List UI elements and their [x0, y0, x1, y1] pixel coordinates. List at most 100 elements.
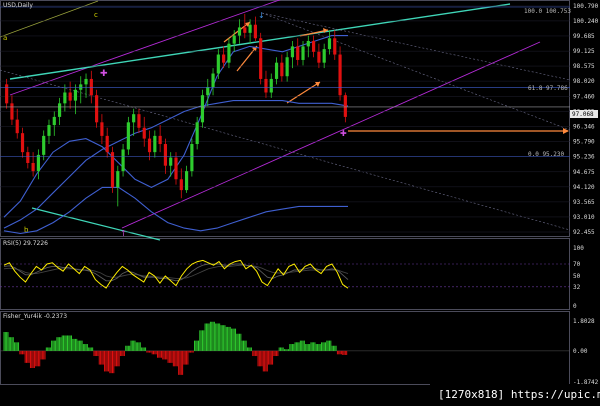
candle-body: [184, 171, 189, 191]
candle-body: [285, 57, 289, 77]
candle-body: [169, 157, 173, 166]
rsi-tick-label: 50: [573, 273, 581, 280]
candle-body: [153, 135, 157, 153]
candle-body: [84, 78, 88, 85]
price-tick-label: 99.685: [573, 33, 595, 40]
candle-body: [132, 114, 136, 123]
candle-body: [105, 135, 109, 153]
bottom-marker-icon: ✚: [340, 129, 347, 138]
candle-body: [200, 95, 205, 123]
candle-body: [290, 46, 295, 58]
price-tick-label: 92.455: [573, 229, 595, 236]
price-tick-label: 98.020: [573, 78, 595, 85]
candle-body: [142, 127, 146, 139]
rsi-tick-label: 32: [573, 284, 581, 291]
fib-0-label: 0.0 95.230: [528, 151, 565, 158]
up-arrow-marker-icon: ↑: [120, 229, 127, 238]
candle-body: [237, 27, 242, 36]
candle-body: [253, 24, 257, 39]
candle-body: [301, 46, 305, 60]
candle-body: [211, 73, 215, 88]
candle-body: [259, 38, 263, 79]
candle-body: [327, 38, 332, 50]
candle-body: [52, 116, 56, 126]
candle-body: [15, 119, 19, 134]
candle-body: [116, 171, 120, 188]
candle-body: [317, 51, 321, 63]
candle-body: [274, 62, 279, 79]
candle-body: [147, 138, 152, 153]
footer-text[interactable]: [1270x818] https://upic.me/: [438, 388, 600, 401]
wave-label-a: a: [3, 34, 7, 42]
candle-body: [306, 40, 310, 47]
candle-body: [174, 157, 178, 180]
chart-canvas: ✚ ↑ ↓ ✚ a b c 100.790100.24099.68599.125…: [0, 0, 600, 406]
candle-body: [95, 95, 99, 123]
candle-body: [269, 78, 273, 93]
fib-100-label: 100.0 100.753: [524, 8, 571, 15]
price-tick-label: 100.240: [573, 18, 599, 25]
candle-body: [216, 54, 220, 74]
down-arrow-marker-icon: ↓: [258, 11, 265, 20]
candle-body: [121, 149, 125, 172]
candle-body: [264, 78, 268, 93]
candle-body: [20, 133, 25, 153]
price-tick-label: 99.125: [573, 48, 595, 55]
candle-body: [232, 35, 236, 44]
candle-body: [57, 103, 62, 117]
candle-body: [163, 144, 168, 166]
price-tick-label: 94.120: [573, 184, 595, 191]
candle-body: [227, 43, 231, 63]
price-pane-title: USD,Daily: [3, 2, 33, 9]
price-tick-label: 96.346: [573, 123, 595, 130]
candle-body: [137, 114, 141, 128]
price-tick-label: 94.675: [573, 169, 595, 176]
price-tick-label: 95.236: [573, 154, 595, 161]
candle-body: [126, 122, 130, 150]
rsi-tick-label: 70: [573, 261, 581, 268]
candle-body: [100, 122, 104, 136]
candle-body: [36, 154, 40, 172]
candle-body: [338, 54, 342, 96]
candle-body: [222, 54, 226, 63]
candle-body: [158, 135, 162, 145]
candle-body: [73, 89, 78, 101]
candle-body: [280, 62, 284, 77]
price-tick-label: 93.010: [573, 214, 595, 221]
candle-body: [195, 122, 199, 145]
candle-body: [63, 92, 67, 104]
up-marker-icon: ✚: [100, 69, 108, 79]
candle-body: [42, 135, 46, 155]
candle-body: [10, 103, 14, 120]
candle-body: [110, 152, 115, 188]
candle-body: [312, 40, 316, 52]
candle-body: [333, 38, 337, 55]
fisher-tick-label: 0.00: [573, 348, 588, 355]
rsi-tick-label: 100: [573, 245, 584, 252]
fib-618-label: 61.8 97.786: [528, 85, 568, 92]
candle-body: [68, 92, 72, 101]
fisher-tick-label: 1.8028: [573, 318, 595, 325]
candle-body: [248, 24, 252, 33]
candle-body: [190, 144, 194, 172]
current-price-value: 97.068: [572, 111, 594, 118]
candle-body: [26, 152, 30, 163]
candle-body: [243, 27, 247, 33]
rsi-tick-label: 0: [573, 303, 577, 310]
candle-body: [179, 179, 183, 191]
candle-body: [343, 95, 347, 117]
price-tick-label: 97.460: [573, 93, 595, 100]
price-tick-label: 95.790: [573, 139, 595, 146]
candle-body: [31, 162, 35, 172]
candle-body: [206, 87, 210, 96]
fisher-pane-title: Fisher_Yur4ik -0.2373: [3, 313, 67, 320]
wave-label-c: c: [94, 11, 98, 19]
candle-body: [89, 78, 93, 96]
candle-body: [79, 84, 83, 90]
price-tick-label: 98.575: [573, 63, 595, 70]
price-tick-label: 100.790: [573, 3, 599, 10]
candle-body: [47, 125, 51, 136]
rsi-pane-title: RSI(5) 29.7226: [3, 240, 48, 247]
candle-body: [296, 46, 300, 60]
candle-body: [322, 49, 326, 63]
